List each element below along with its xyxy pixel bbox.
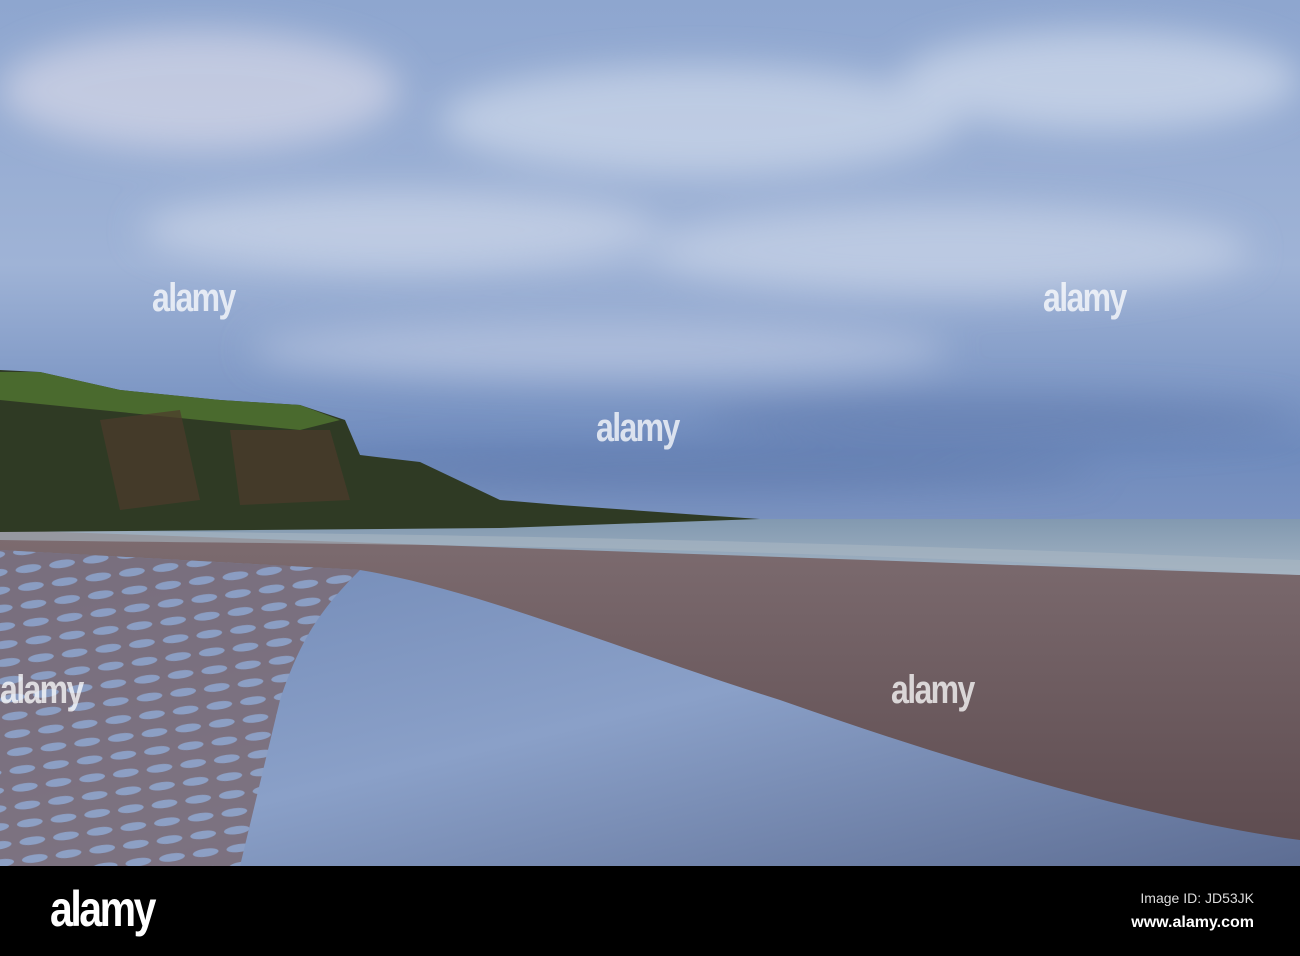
watermark: alamy: [152, 276, 236, 320]
watermark: alamy: [596, 406, 680, 450]
image-id: Image ID: JD53JK: [1140, 890, 1254, 906]
watermark: alamy: [891, 668, 975, 712]
site-url: www.alamy.com: [1131, 914, 1254, 931]
watermark: alamy: [1043, 276, 1127, 320]
alamy-logo: alamy: [50, 881, 156, 937]
watermark: alamy: [0, 668, 84, 712]
footer-bar: alamy Image ID: JD53JK www.alamy.com: [0, 866, 1300, 956]
stock-photo: alamy alamy alamy alamy alamy alamy Imag…: [0, 0, 1300, 956]
